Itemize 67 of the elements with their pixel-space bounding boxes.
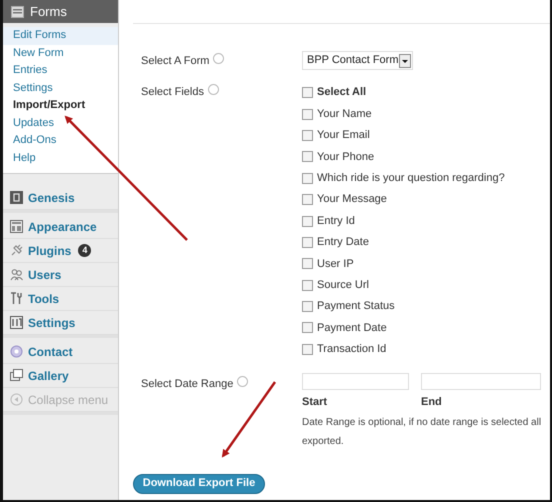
checkbox[interactable] (302, 258, 313, 270)
checkbox[interactable] (302, 216, 313, 227)
checkbox-label[interactable]: Your Phone (317, 148, 374, 166)
submenu-item[interactable]: Add-Ons (3, 132, 118, 150)
caret-icon (399, 54, 411, 68)
menu-item[interactable]: Appearance (3, 215, 118, 239)
checkbox-label[interactable]: Transaction Id (317, 341, 386, 358)
checkbox[interactable] (302, 151, 313, 162)
help-icon[interactable] (213, 53, 224, 64)
download-button[interactable]: Download Export File (133, 474, 265, 494)
end-label: End (421, 395, 442, 410)
menu-item[interactable]: Gallery (3, 364, 118, 388)
form-icon (11, 6, 24, 18)
help-text: exported. (302, 434, 345, 449)
checkbox-label[interactable]: Your Name (317, 106, 372, 122)
checkbox-label[interactable]: Your Message (317, 191, 387, 208)
checkbox[interactable] (302, 280, 313, 291)
layout-icon (10, 220, 23, 233)
checkbox-label[interactable]: Which ride is your question regarding? (317, 170, 505, 186)
menu-item[interactable]: Users (3, 263, 118, 287)
checkbox[interactable] (302, 236, 313, 248)
form-dropdown[interactable]: BPP Contact Form (302, 51, 413, 70)
checkbox[interactable] (302, 344, 313, 355)
checkbox[interactable] (302, 322, 313, 334)
submenu-item[interactable]: Settings (3, 80, 118, 97)
tools-icon (10, 292, 23, 305)
checkbox-label[interactable]: User IP (317, 256, 354, 272)
checkbox[interactable] (302, 194, 313, 206)
menu-item[interactable]: Settings (3, 311, 118, 335)
help-icon[interactable] (208, 84, 219, 95)
checkbox-label[interactable]: Payment Date (317, 320, 387, 336)
menu-item[interactable]: Tools (3, 287, 118, 311)
settings-icon (10, 316, 23, 329)
checkbox[interactable] (302, 87, 313, 98)
start-label: Start (302, 395, 328, 410)
checkbox[interactable] (302, 108, 313, 120)
field-label: Select Fields (141, 85, 204, 100)
users-icon (10, 268, 23, 281)
collapse-icon (10, 393, 23, 406)
checkbox-label[interactable]: Your Email (317, 127, 370, 144)
checkbox[interactable] (302, 172, 313, 184)
field-label: Select A Form (141, 54, 210, 69)
checkbox-label[interactable]: Payment Status (317, 298, 395, 315)
gallery-icon (10, 369, 23, 382)
menu-item[interactable]: Contact (3, 340, 118, 364)
submenu-item[interactable]: Edit Forms (3, 27, 118, 44)
checkbox-label[interactable]: Select All (317, 84, 366, 101)
help-icon[interactable] (237, 376, 248, 388)
menu-item[interactable]: Genesis (3, 186, 118, 210)
start-date-field[interactable] (302, 373, 409, 390)
submenu-item[interactable]: New Form (3, 44, 118, 62)
checkbox-label[interactable]: Source Url (317, 276, 369, 294)
checkbox-label[interactable]: Entry Id (317, 212, 355, 230)
checkbox-label[interactable]: Entry Date (317, 234, 369, 251)
field-label: Select Date Range (141, 377, 234, 392)
submenu-item[interactable]: Entries (3, 62, 118, 80)
checkbox[interactable] (302, 130, 313, 141)
menu-header[interactable]: Forms (3, 0, 118, 23)
count-badge: 4 (78, 244, 92, 257)
submenu-item[interactable]: Help (3, 150, 118, 167)
plug-icon (10, 244, 23, 257)
help-text: Date Range is optional, if no date range is selected all (302, 416, 542, 430)
submenu-item[interactable]: Updates (3, 114, 118, 132)
checkbox[interactable] (302, 301, 313, 312)
submenu-item[interactable]: Import/Export (3, 97, 118, 114)
menu-item[interactable]: Plugins 4 (3, 239, 118, 263)
end-date-field[interactable] (421, 373, 541, 390)
